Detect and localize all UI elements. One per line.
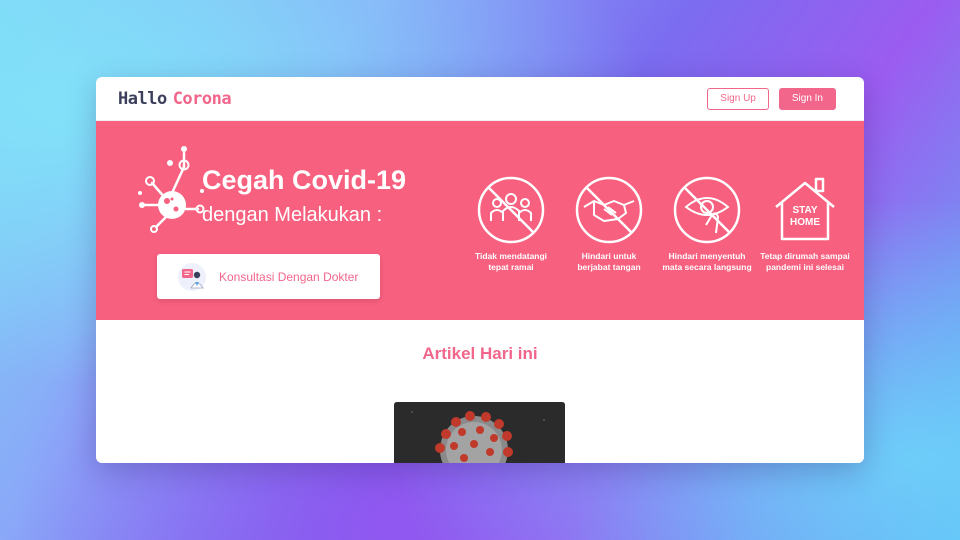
handshake-icon xyxy=(575,176,643,244)
site-logo[interactable]: Hallo Corona xyxy=(118,88,232,109)
tip-label: Tetap dirumah sampai pandemi ini selesai xyxy=(760,251,850,272)
eye-touch-icon xyxy=(673,176,741,244)
tip-item: STAY HOME Tetap dirumah sampai pandemi i… xyxy=(756,175,854,273)
tip-item: Hindari untuk berjabat tangan xyxy=(560,175,658,273)
logo-text-corona: Corona xyxy=(172,88,232,109)
tip-label: Tidak mendatangi tepat ramai xyxy=(474,251,548,272)
sign-up-button[interactable]: Sign Up xyxy=(707,87,769,110)
article-card[interactable] xyxy=(394,402,565,463)
crowd-icon xyxy=(477,176,545,244)
hero-subtitle: dengan Melakukan : xyxy=(202,204,383,226)
home-text: HOME xyxy=(790,217,820,228)
navbar: Hallo Corona Sign Up Sign In xyxy=(96,77,864,121)
logo-text-hallo: Hallo xyxy=(118,88,167,109)
tip-item: Hindari menyentuh mata secara langsung xyxy=(658,175,756,273)
tip-item: Tidak mendatangi tepat ramai xyxy=(462,175,560,273)
articles-section: Artikel Hari ini xyxy=(96,320,864,463)
hero-title: Cegah Covid-19 xyxy=(202,165,407,195)
tip-label: Hindari untuk berjabat tangan xyxy=(577,251,641,272)
stay-text: STAY xyxy=(792,205,817,216)
virus-icon xyxy=(138,146,205,233)
browser-window: Hallo Corona Sign Up Sign In Cegah Covid… xyxy=(96,77,864,463)
nav-actions: Sign Up Sign In xyxy=(707,87,836,110)
article-thumbnail-virus-image xyxy=(394,402,565,463)
articles-title: Artikel Hari ini xyxy=(422,344,538,363)
consult-doctor-label: Konsultasi Dengan Dokter xyxy=(219,269,359,284)
doctor-chat-icon xyxy=(178,262,206,291)
prevention-tips: Tidak mendatangi tepat ramai Hindari unt… xyxy=(462,175,854,273)
tip-label: Hindari menyentuh mata secara langsung xyxy=(662,251,752,272)
sign-in-button[interactable]: Sign In xyxy=(778,87,836,110)
consult-doctor-button[interactable]: Konsultasi Dengan Dokter xyxy=(157,254,380,299)
stay-home-icon: STAY HOME xyxy=(775,177,835,241)
hero-banner: Cegah Covid-19 dengan Melakukan : Konsul… xyxy=(96,121,864,320)
